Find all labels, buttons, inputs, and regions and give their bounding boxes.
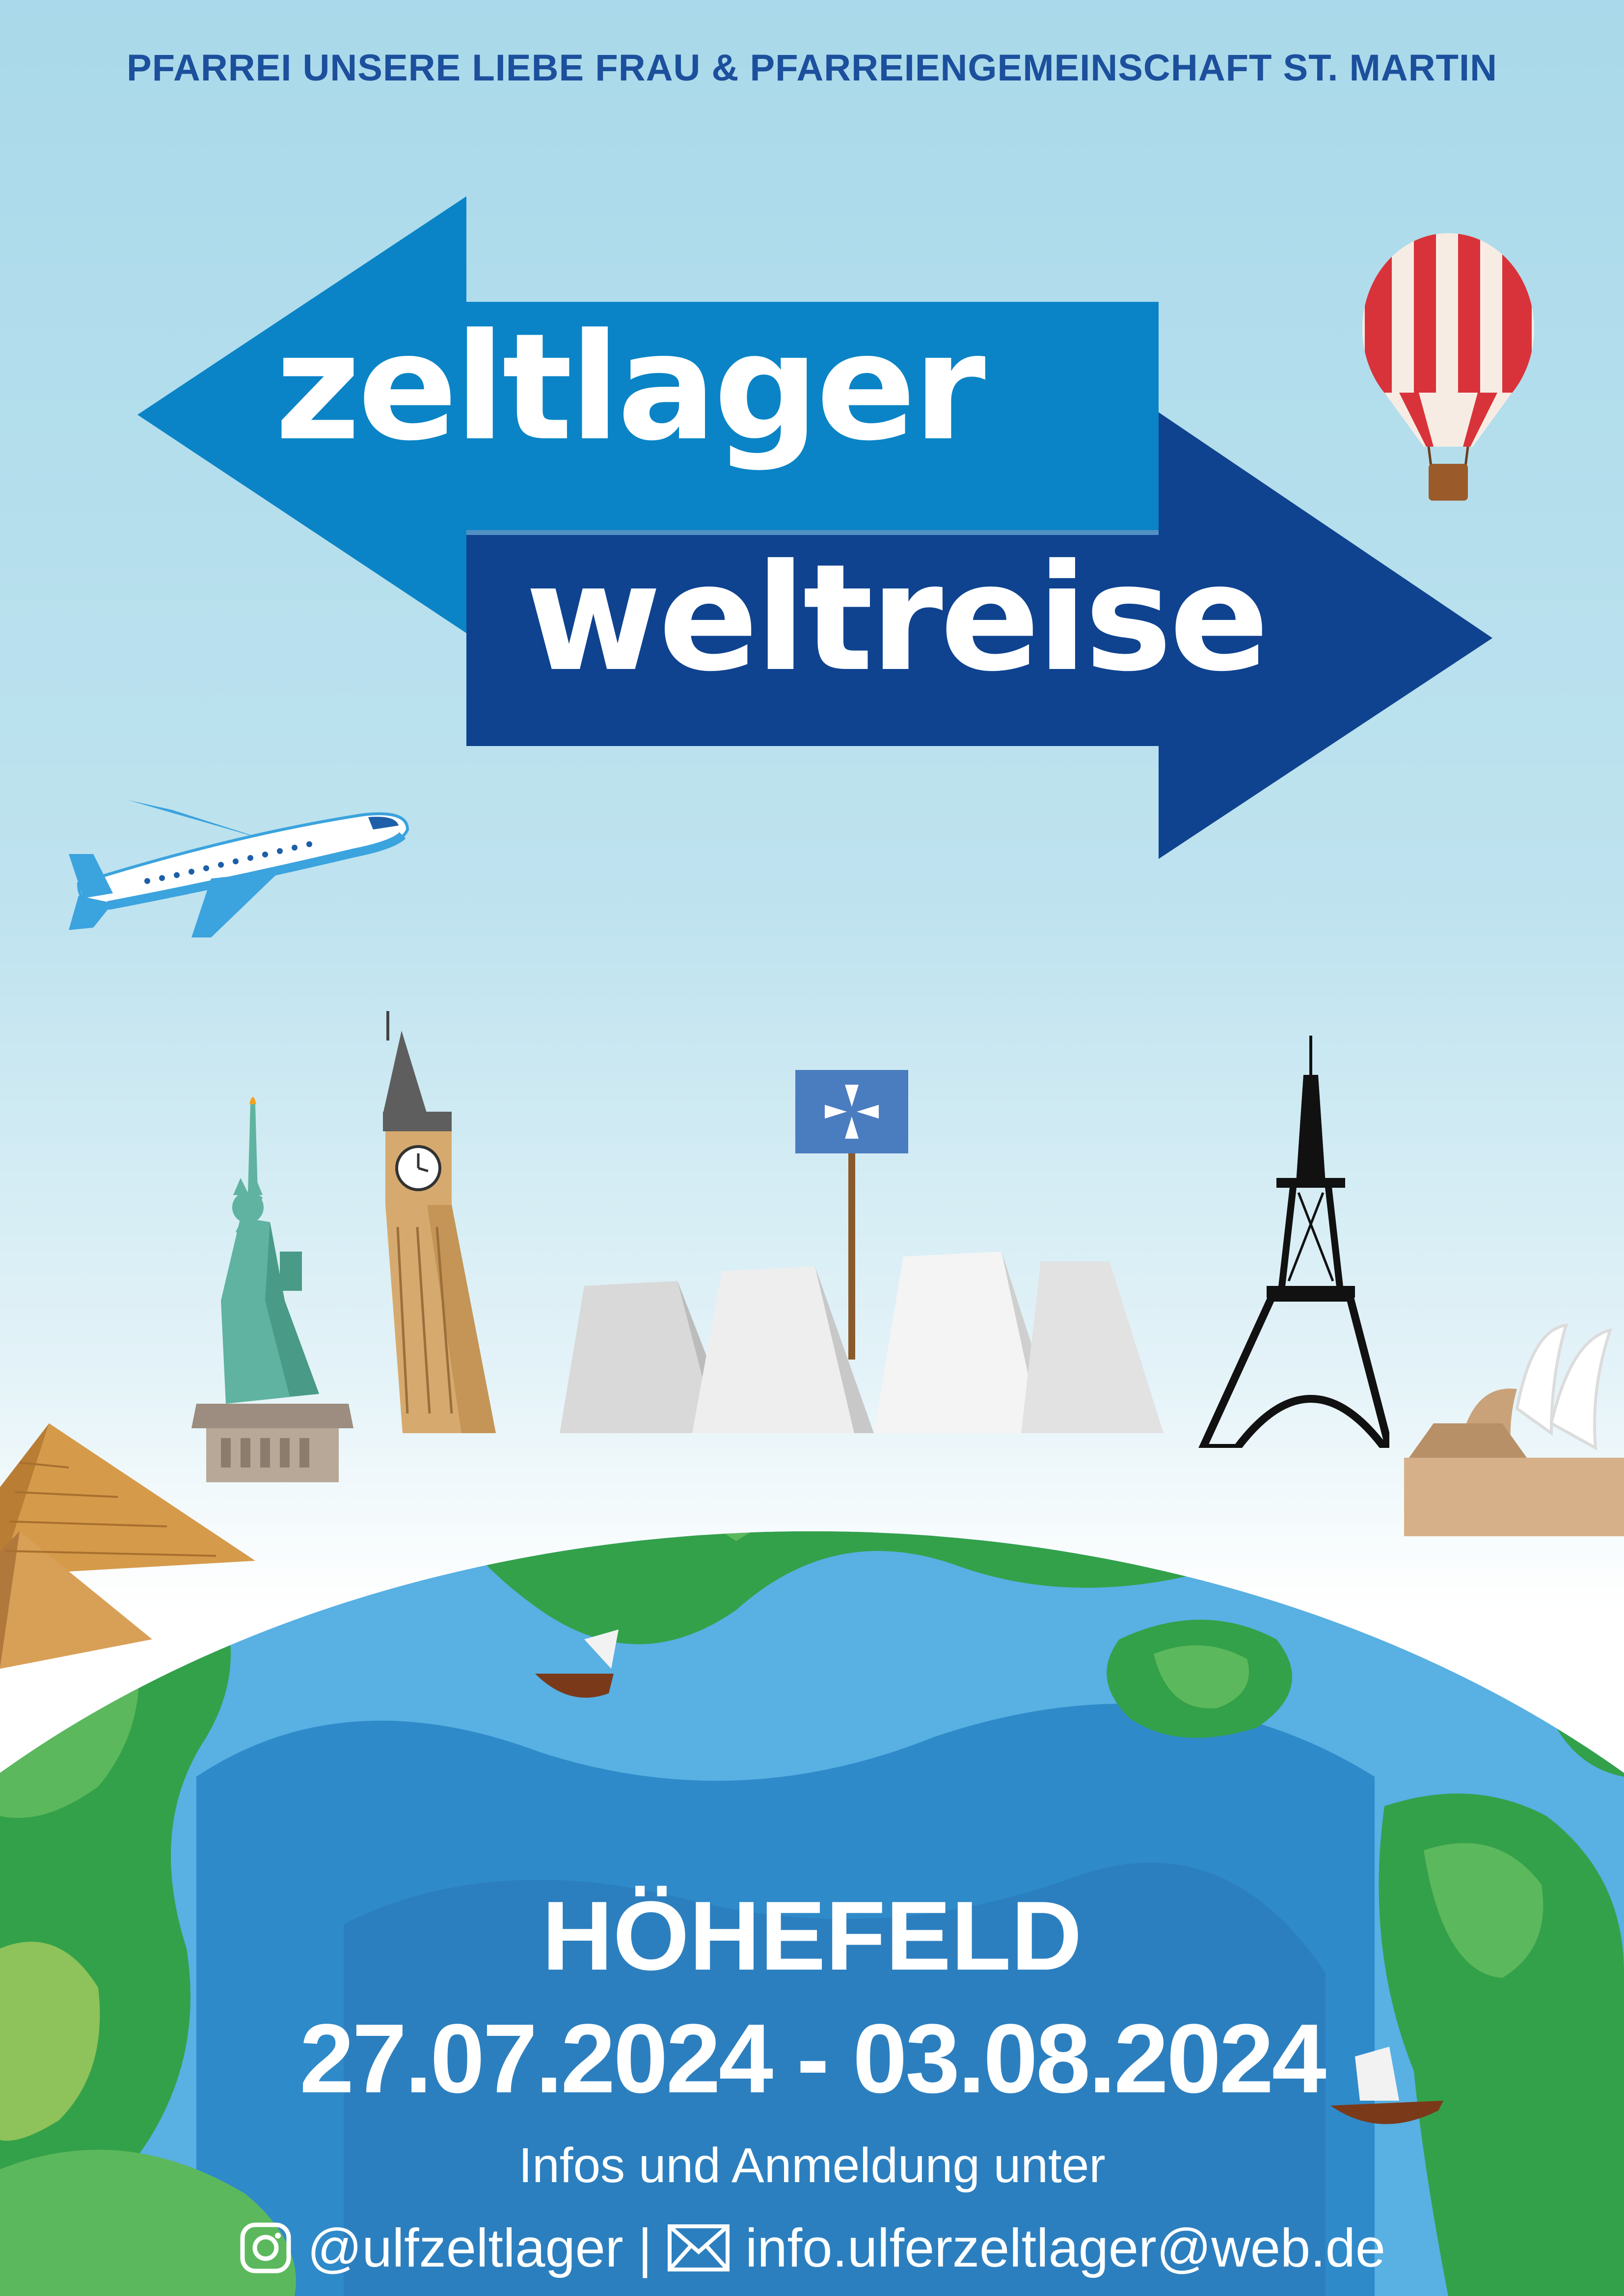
airplane-icon [69, 800, 409, 937]
title-line-1: zeltlager [275, 302, 986, 473]
poster: PFARREI UNSERE LIEBE FRAU & PFARREIENGEM… [0, 0, 1624, 2296]
contact-separator: | [638, 2217, 652, 2278]
event-location: HÖHEFELD [542, 1881, 1082, 1991]
event-dates: 27.07.2024 - 03.08.2024 [299, 2004, 1326, 2113]
instagram-icon[interactable] [239, 2221, 293, 2275]
info-label: Infos und Anmeldung unter [518, 2138, 1106, 2193]
contact-row: @ulfzeltlager | info.ulferzeltlager@web.… [0, 2211, 1624, 2285]
mail-icon[interactable] [667, 2223, 731, 2272]
instagram-handle[interactable]: @ulfzeltlager [307, 2217, 623, 2279]
flag-icon [795, 1070, 908, 1360]
hot-air-balloon-icon [1362, 233, 1534, 501]
title-line-2: weltreise [525, 533, 1269, 704]
email-address[interactable]: info.ulferzeltlager@web.de [745, 2217, 1385, 2279]
